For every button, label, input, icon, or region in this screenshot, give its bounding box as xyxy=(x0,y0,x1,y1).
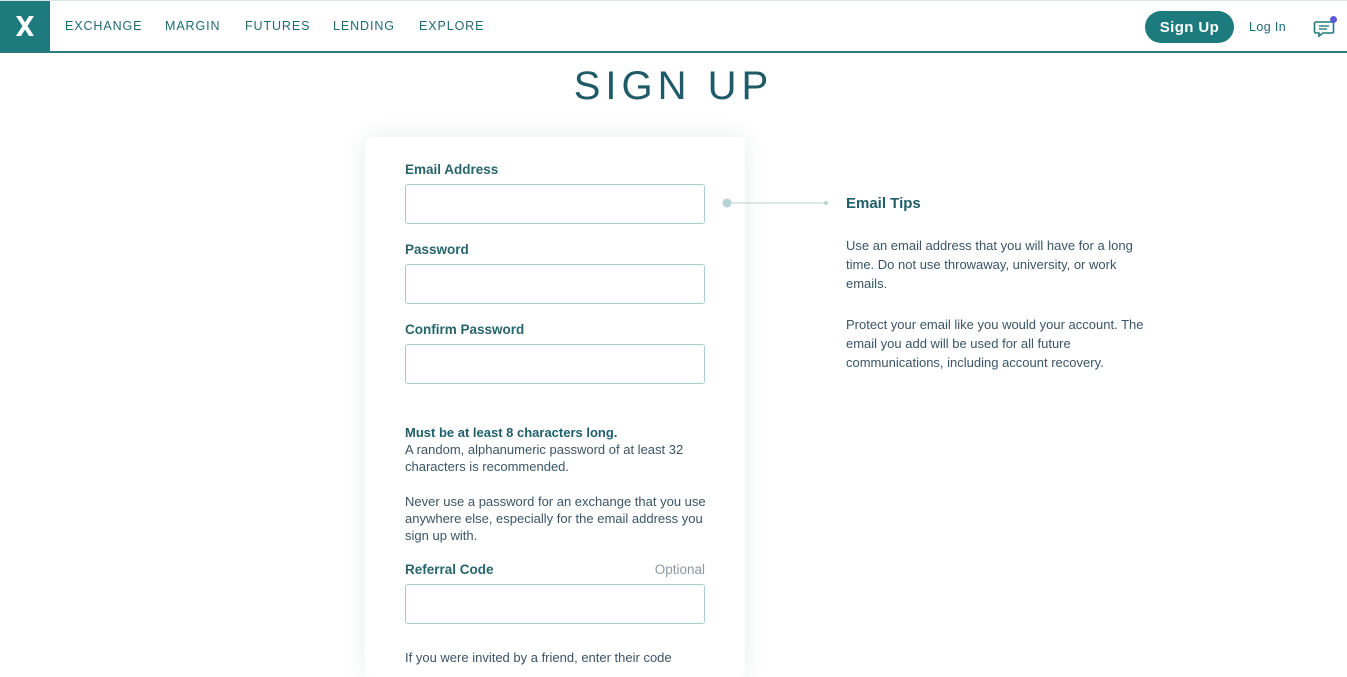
signup-button[interactable]: Sign Up xyxy=(1145,11,1234,43)
nav-futures[interactable]: FUTURES xyxy=(245,19,310,33)
page-title: SIGN UP xyxy=(573,64,774,108)
password-rule-heading: Must be at least 8 characters long. xyxy=(405,425,618,440)
login-link[interactable]: Log In xyxy=(1249,20,1286,34)
email-field[interactable] xyxy=(405,184,705,224)
password-field[interactable] xyxy=(405,264,705,304)
password-label: Password xyxy=(405,242,469,257)
nav-margin[interactable]: MARGIN xyxy=(165,19,220,33)
email-label: Email Address xyxy=(405,162,499,177)
confirm-password-label: Confirm Password xyxy=(405,322,525,337)
signup-form-card: Email Address Password Confirm Password … xyxy=(365,137,745,677)
nav-explore[interactable]: EXPLORE xyxy=(419,19,484,33)
notification-dot xyxy=(1330,16,1337,23)
referral-optional-tag: Optional xyxy=(654,562,705,577)
x-logo-icon xyxy=(16,16,34,36)
top-navbar: EXCHANGE MARGIN FUTURES LENDING EXPLORE … xyxy=(0,1,1347,53)
nav-lending[interactable]: LENDING xyxy=(333,19,395,33)
nav-exchange[interactable]: EXCHANGE xyxy=(65,19,142,33)
referral-label: Referral Code xyxy=(405,562,494,577)
email-tips-title: Email Tips xyxy=(846,195,921,212)
referral-code-field[interactable] xyxy=(405,584,705,624)
password-reuse-warning: Never use a password for an exchange tha… xyxy=(405,494,706,543)
password-rule-text: A random, alphanumeric password of at le… xyxy=(405,442,684,474)
email-tip-paragraph-1: Use an email address that you will have … xyxy=(846,238,1133,291)
referral-hint: If you were invited by a friend, enter t… xyxy=(405,650,672,665)
confirm-password-field[interactable] xyxy=(405,344,705,384)
chat-icon[interactable] xyxy=(1313,16,1339,38)
tip-connector xyxy=(722,198,828,208)
logo[interactable] xyxy=(0,1,50,51)
email-tip-paragraph-2: Protect your email like you would your a… xyxy=(846,317,1144,370)
